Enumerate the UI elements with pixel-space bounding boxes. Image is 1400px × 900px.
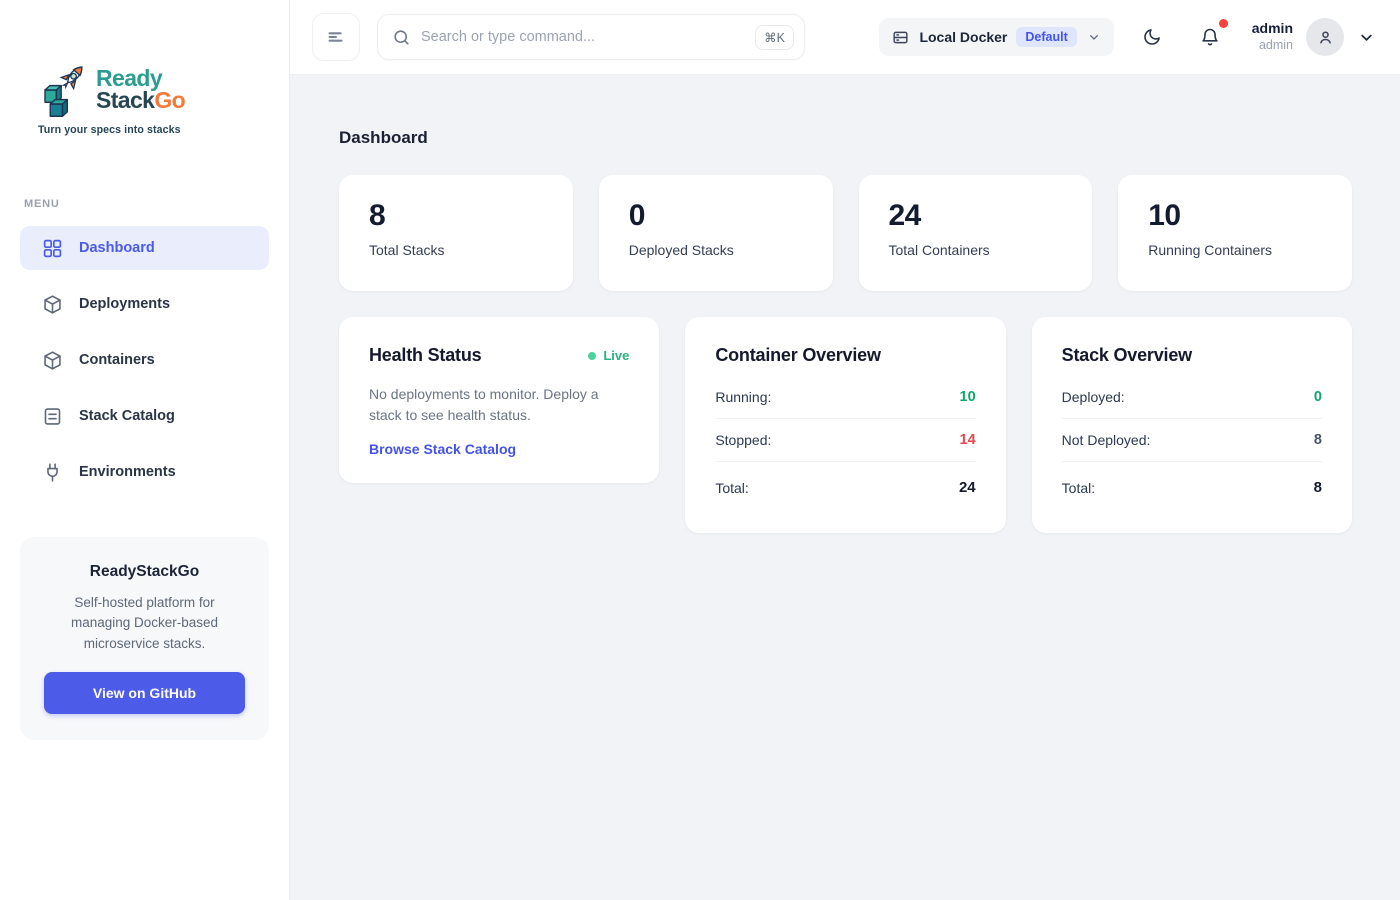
stack-overview-card: Stack Overview Deployed: 0 Not Deployed:… xyxy=(1032,317,1352,533)
sidebar-item-environments[interactable]: Environments xyxy=(20,450,269,494)
row-value: 14 xyxy=(960,432,976,448)
sidebar-item-label: Deployments xyxy=(79,296,170,312)
stats-grid: 8 Total Stacks 0 Deployed Stacks 24 Tota… xyxy=(339,175,1352,291)
live-label: Live xyxy=(603,348,629,363)
theme-toggle-button[interactable] xyxy=(1136,21,1168,53)
view-on-github-button[interactable]: View on GitHub xyxy=(44,672,245,714)
user-avatar[interactable] xyxy=(1306,18,1344,56)
stat-label: Running Containers xyxy=(1148,242,1322,258)
main-area: ⌘K Local Docker Default xyxy=(290,0,1400,900)
sidebar: Ready StackGo Turn your specs into stack… xyxy=(0,0,290,900)
sidebar-promo-card: ReadyStackGo Self-hosted platform for ma… xyxy=(20,537,269,740)
brand-logo: Ready StackGo Turn your specs into stack… xyxy=(38,58,208,136)
menu-icon xyxy=(325,26,347,48)
container-overview-card: Container Overview Running: 10 Stopped: … xyxy=(685,317,1005,533)
list-icon xyxy=(42,406,63,427)
user-menu-button[interactable] xyxy=(1357,28,1376,47)
sidebar-item-containers[interactable]: Containers xyxy=(20,338,269,382)
stat-value: 10 xyxy=(1148,199,1322,233)
row-label: Not Deployed: xyxy=(1062,432,1151,448)
dashboard-content: Dashboard 8 Total Stacks 0 Deployed Stac… xyxy=(290,75,1400,900)
stack-overview-title: Stack Overview xyxy=(1062,345,1322,366)
bell-icon xyxy=(1200,27,1220,47)
row-label: Total: xyxy=(1062,480,1095,496)
command-search: ⌘K xyxy=(377,14,805,60)
sidebar-item-deployments[interactable]: Deployments xyxy=(20,282,269,326)
environment-default-badge: Default xyxy=(1016,27,1076,47)
search-input[interactable] xyxy=(421,29,745,45)
sidebar-item-stack-catalog[interactable]: Stack Catalog xyxy=(20,394,269,438)
health-status-message: No deployments to monitor. Deploy a stac… xyxy=(369,384,629,426)
user-icon xyxy=(1316,28,1335,47)
stat-label: Deployed Stacks xyxy=(629,242,803,258)
sidebar-item-label: Stack Catalog xyxy=(79,408,175,424)
overview-row-total: Total: 8 xyxy=(1062,462,1322,509)
container-overview-title: Container Overview xyxy=(715,345,975,366)
overview-row-stopped: Stopped: 14 xyxy=(715,419,975,462)
live-badge: Live xyxy=(588,348,629,363)
sidebar-nav: Dashboard Deployments Containers Stack C… xyxy=(0,226,289,494)
sidebar-toggle-button[interactable] xyxy=(312,13,360,61)
notifications-button[interactable] xyxy=(1194,21,1226,53)
stat-value: 8 xyxy=(369,199,543,233)
stat-card-total-stacks: 8 Total Stacks xyxy=(339,175,573,291)
environment-selector[interactable]: Local Docker Default xyxy=(879,18,1113,56)
chevron-down-icon xyxy=(1357,28,1376,47)
brand-wordmark: Ready StackGo xyxy=(96,67,185,122)
browse-stack-catalog-link[interactable]: Browse Stack Catalog xyxy=(369,441,516,457)
stat-card-deployed-stacks: 0 Deployed Stacks xyxy=(599,175,833,291)
live-dot-icon xyxy=(588,352,596,360)
overview-row-total: Total: 24 xyxy=(715,462,975,509)
health-status-card: Health Status Live No deployments to mon… xyxy=(339,317,659,483)
stat-label: Total Stacks xyxy=(369,242,543,258)
moon-icon xyxy=(1142,27,1162,47)
stat-label: Total Containers xyxy=(889,242,1063,258)
overview-row-not-deployed: Not Deployed: 8 xyxy=(1062,419,1322,462)
plug-icon xyxy=(42,462,63,483)
server-icon xyxy=(891,28,910,47)
row-label: Running: xyxy=(715,389,771,405)
menu-section-label: MENU xyxy=(24,198,289,210)
sidebar-item-label: Environments xyxy=(79,464,176,480)
page-title: Dashboard xyxy=(339,128,1352,148)
brand-go: Go xyxy=(154,87,185,113)
brand-tagline: Turn your specs into stacks xyxy=(38,124,208,136)
chevron-down-icon xyxy=(1086,29,1102,45)
rocket-cubes-logo-icon xyxy=(38,58,94,122)
health-status-title: Health Status xyxy=(369,345,481,366)
app-root: Ready StackGo Turn your specs into stack… xyxy=(0,0,1400,900)
sidebar-item-label: Dashboard xyxy=(79,240,155,256)
sidebar-item-dashboard[interactable]: Dashboard xyxy=(20,226,269,270)
cube-icon xyxy=(42,350,63,371)
promo-description: Self-hosted platform for managing Docker… xyxy=(44,593,245,654)
notification-dot xyxy=(1219,19,1228,28)
row-label: Deployed: xyxy=(1062,389,1125,405)
search-icon xyxy=(392,28,411,47)
row-label: Total: xyxy=(715,480,748,496)
promo-title: ReadyStackGo xyxy=(44,563,245,581)
row-label: Stopped: xyxy=(715,432,771,448)
stat-value: 0 xyxy=(629,199,803,233)
search-shortcut-badge: ⌘K xyxy=(755,25,794,50)
stat-card-running-containers: 10 Running Containers xyxy=(1118,175,1352,291)
row-value: 8 xyxy=(1314,479,1322,496)
overview-row-deployed: Deployed: 0 xyxy=(1062,376,1322,419)
user-name: admin xyxy=(1252,20,1293,38)
environment-name: Local Docker xyxy=(919,29,1007,45)
user-info: admin admin xyxy=(1252,20,1293,53)
brand-stack: Stack xyxy=(96,87,154,113)
row-value: 24 xyxy=(959,479,976,496)
user-role: admin xyxy=(1252,38,1293,54)
row-value: 10 xyxy=(960,389,976,405)
overview-row-running: Running: 10 xyxy=(715,376,975,419)
overview-grid: Health Status Live No deployments to mon… xyxy=(339,317,1352,533)
row-value: 0 xyxy=(1314,389,1322,405)
cube-icon xyxy=(42,294,63,315)
sidebar-item-label: Containers xyxy=(79,352,155,368)
topbar: ⌘K Local Docker Default xyxy=(290,0,1400,75)
stat-card-total-containers: 24 Total Containers xyxy=(859,175,1093,291)
grid-icon xyxy=(42,238,63,259)
stat-value: 24 xyxy=(889,199,1063,233)
row-value: 8 xyxy=(1314,432,1322,448)
